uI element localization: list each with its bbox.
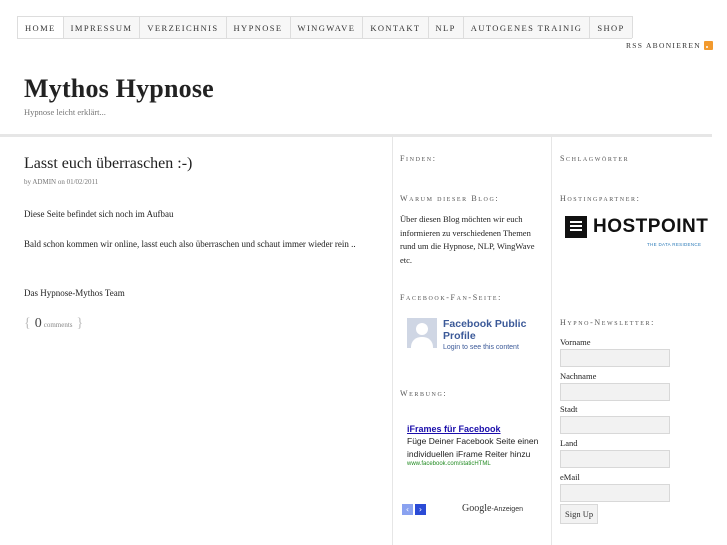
site-title[interactable]: Mythos Hypnose [24,74,214,104]
label-email: eMail [560,472,580,482]
label-vorname: Vorname [560,337,591,347]
comments-label: comments [43,321,73,329]
avatar [407,318,437,348]
widget-title-facebook: Facebook-Fan-Seite: [400,293,502,302]
comments-link[interactable]: { 0 comments } [24,316,83,332]
vorname-field[interactable] [560,349,670,367]
widget-title-find: Finden: [400,154,437,163]
rss-label: RSS ABONIEREN [625,41,701,50]
post-paragraph: Diese Seite befindet sich noch im Aufbau [24,209,174,219]
rss-link[interactable]: RSS ABONIEREN [626,41,713,50]
nachname-field[interactable] [560,383,670,401]
hostpoint-tagline: THE DATA RESIDENCE [647,242,702,247]
facebook-profile-box[interactable]: Facebook Public Profile Login to see thi… [407,318,533,351]
label-nachname: Nachname [560,371,597,381]
nav-shop[interactable]: SHOP [589,16,633,38]
site-description: Hypnose leicht erklärt... [24,107,106,117]
header-divider [0,134,712,137]
ad-body: Füge Deiner Facebook Seite einen individ… [407,436,539,459]
brace-left: { [24,316,31,331]
nav-autogenes-training[interactable]: AUTOGENES TRAINIG [462,16,591,38]
nav-kontakt[interactable]: KONTAKT [362,16,429,38]
ad-unit[interactable]: iFrames für Facebook Füge Deiner Faceboo… [407,424,542,467]
widget-title-newsletter: Hypno-Newsletter: [560,318,655,327]
nav-nlp[interactable]: NLP [427,16,464,38]
brace-right: } [76,316,84,331]
chevron-right-icon[interactable]: › [415,504,426,515]
nav-wingwave[interactable]: WINGWAVE [289,16,364,38]
chevron-left-icon[interactable]: ‹ [402,504,413,515]
widget-title-hosting: Hostingpartner: [560,194,641,203]
ad-title[interactable]: iFrames für Facebook [407,424,542,434]
main-nav: HOME IMPRESSUM VERZEICHNIS HYPNOSE WINGW… [17,16,633,39]
why-blog-text: Über diesen Blog möchten wir euch inform… [400,214,535,265]
google-logo: Google [462,503,492,514]
hostpoint-wordmark: HOSTPOINT [593,216,709,237]
post-paragraph: Das Hypnose-Mythos Team [24,288,125,298]
land-field[interactable] [560,450,670,468]
google-ads-label[interactable]: Google-Anzeigen [462,503,523,514]
hostpoint-icon [565,216,587,238]
nav-hypnose[interactable]: HYPNOSE [225,16,291,38]
widget-title-tags: Schlagwörter [560,154,630,163]
post-meta: by ADMIN on 01/02/2011 [24,178,99,186]
google-ads-suffix: -Anzeigen [491,506,523,513]
label-stadt: Stadt [560,404,578,414]
facebook-profile-name[interactable]: Facebook Public Profile [443,318,533,342]
widget-title-why: Warum dieser Blog: [400,194,500,203]
nav-verzeichnis[interactable]: VERZEICHNIS [139,16,227,38]
nav-home[interactable]: HOME [17,16,64,38]
email-field[interactable] [560,484,670,502]
sidebar-divider [392,137,393,545]
hostpoint-logo[interactable]: HOSTPOINT [565,216,708,238]
sidebar-divider [551,137,552,545]
label-land: Land [560,438,578,448]
stadt-field[interactable] [560,416,670,434]
post-paragraph: Bald schon kommen wir online, lasst euch… [24,239,356,249]
ad-navigation: ‹ › [402,504,426,515]
ad-url[interactable]: www.facebook.com/staticHTML [407,461,542,467]
facebook-login-hint[interactable]: Login to see this content [443,344,533,351]
post-title[interactable]: Lasst euch überraschen :-) [24,155,192,173]
signup-button[interactable]: Sign Up [560,504,599,524]
widget-title-ads: Werbung: [400,389,448,398]
rss-icon [704,41,713,50]
nav-impressum[interactable]: IMPRESSUM [62,16,141,38]
comments-count: 0 [34,316,42,331]
